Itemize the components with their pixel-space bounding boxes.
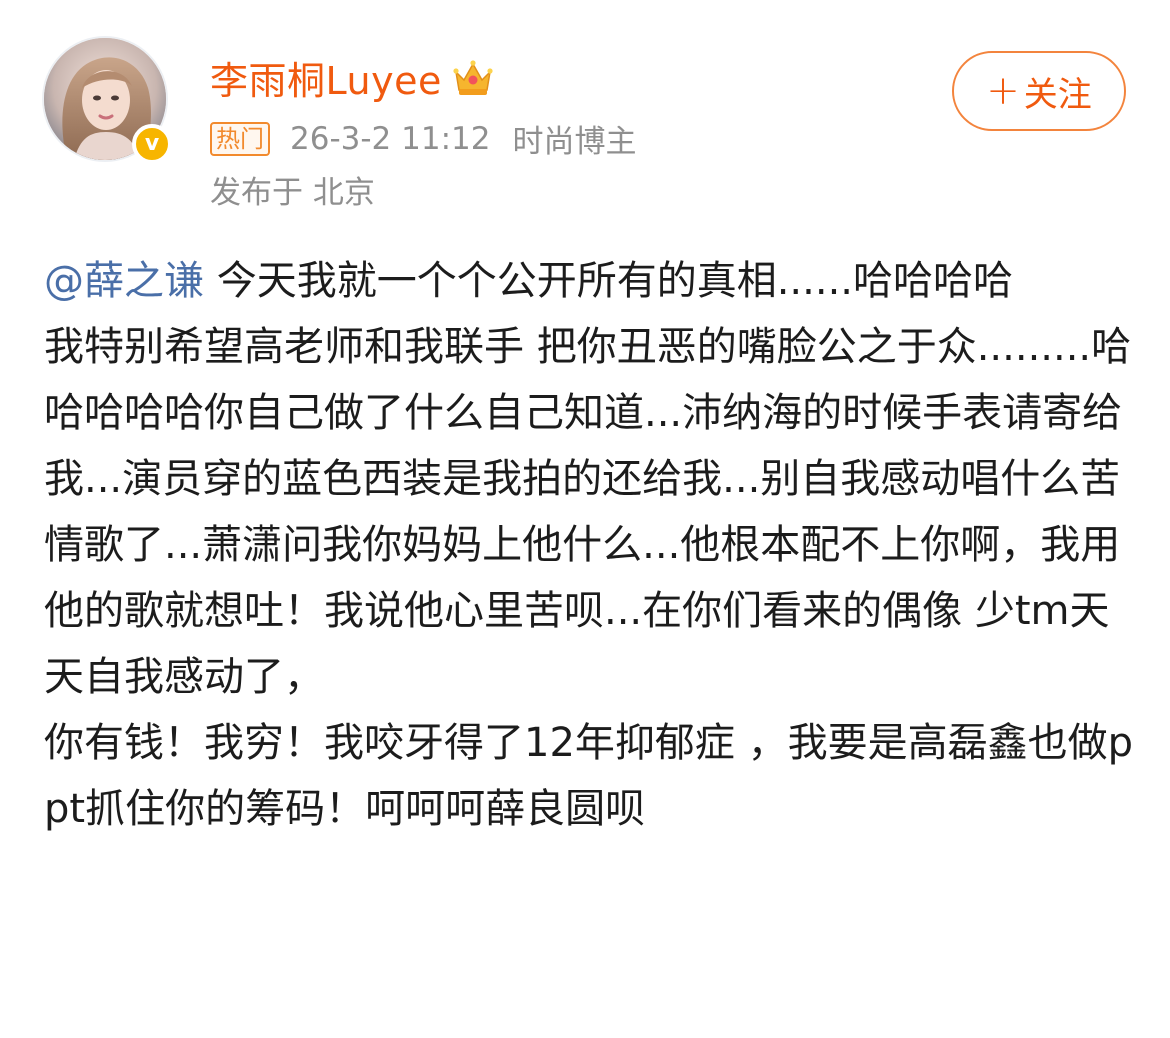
user-tag: 时尚博主: [512, 124, 637, 160]
post-paragraph-2: 我特别希望高老师和我联手 把你丑恶的嘴脸公之于众.........哈哈哈哈哈你自…: [44, 324, 1132, 700]
crown-icon: [452, 58, 494, 98]
post-content: @薛之谦 今天我就一个个公开所有的真相......哈哈哈哈 我特别希望高老师和我…: [44, 248, 1134, 842]
user-name[interactable]: 李雨桐Luyee: [210, 50, 442, 105]
post-time: 26-3-2 11:12: [290, 120, 491, 157]
user-name-row: 李雨桐Luyee: [210, 50, 494, 105]
follow-button[interactable]: + 关注: [952, 51, 1126, 131]
verified-badge-icon: v: [132, 124, 172, 164]
post-meta: 热门 26-3-2 11:12 时尚博主: [210, 116, 636, 161]
post-location: 发布于 北京: [210, 175, 375, 211]
post-paragraph-1: @薛之谦 今天我就一个个公开所有的真相......哈哈哈哈: [44, 248, 1134, 314]
mention-link[interactable]: @薛之谦: [44, 258, 204, 304]
post-header: v 李雨桐Luyee 热门 26-3-2 11:12 时尚博主 发布于 北京 +…: [0, 0, 1170, 230]
hot-badge: 热门: [210, 121, 270, 156]
plus-icon: +: [986, 68, 1020, 114]
follow-label: 关注: [1023, 74, 1092, 115]
post-paragraph-3: 你有钱！我穷！我咬牙得了12年抑郁症 ，我要是高磊鑫也做ppt抓住你的筹码！呵呵…: [44, 720, 1134, 832]
avatar[interactable]: v: [42, 36, 172, 164]
post-text-1: 今天我就一个个公开所有的真相......哈哈哈哈: [204, 258, 1014, 304]
